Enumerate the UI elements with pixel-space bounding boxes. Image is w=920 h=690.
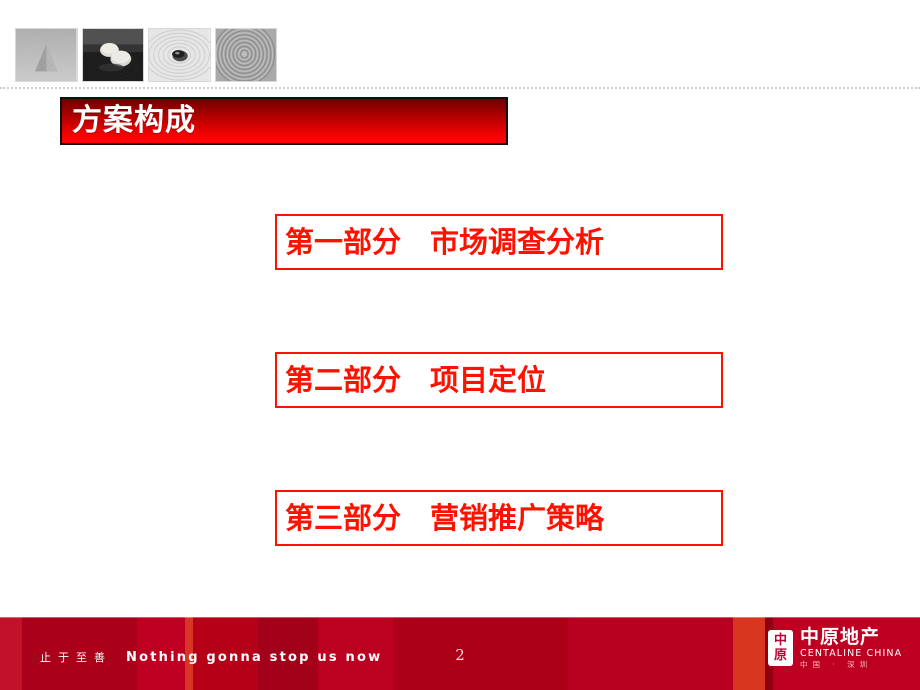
logo-name-cn: 中原地产 <box>800 626 881 648</box>
logo-city: 中国 · 深圳 <box>800 660 873 669</box>
stone-in-ripples-thumbnail <box>148 28 211 82</box>
footer-top-edge <box>0 617 920 618</box>
footer-tagline: 止于至善 Nothing gonna stop us now <box>40 648 382 664</box>
footer-stripe-1 <box>0 617 22 690</box>
page-title: 方案构成 <box>72 103 196 138</box>
logo-seal-icon: 中 原 <box>768 630 793 666</box>
water-ripples-thumbnail <box>214 28 277 82</box>
page-number: 2 <box>455 646 465 664</box>
centaline-logo: 中 原 中原地产 CENTALINE CHINA 中国 · 深圳 <box>768 627 902 669</box>
footer-tagline-cn: 止于至善 <box>40 651 112 664</box>
agenda-item-1-label: 第一部分 市场调查分析 <box>285 224 605 259</box>
agenda-item-1[interactable]: 第一部分 市场调查分析 <box>275 214 723 270</box>
header-divider-rule <box>0 87 920 89</box>
agenda-item-3[interactable]: 第三部分 营销推广策略 <box>275 490 723 546</box>
logo-seal-top-glyph: 中 <box>773 633 787 648</box>
footer-tagline-en: Nothing gonna stop us now <box>126 650 383 665</box>
footer-stripe-9 <box>568 617 733 690</box>
agenda-item-2-label: 第二部分 项目定位 <box>285 362 547 397</box>
logo-name-en: CENTALINE CHINA <box>800 648 903 659</box>
logo-wordmark: 中原地产 CENTALINE CHINA 中国 · 深圳 <box>800 627 902 669</box>
sand-cone-thumbnail <box>15 28 78 82</box>
agenda-item-3-label: 第三部分 营销推广策略 <box>285 500 605 535</box>
slide-title-bar: 方案构成 <box>60 97 508 145</box>
thumbnail-strip <box>15 28 277 82</box>
logo-seal-bottom-glyph: 原 <box>773 648 787 663</box>
agenda-item-2[interactable]: 第二部分 项目定位 <box>275 352 723 408</box>
stones-on-water-thumbnail <box>81 28 144 82</box>
presentation-slide: 方案构成 第一部分 市场调查分析 第二部分 项目定位 第三部分 营销推广策略 止… <box>0 0 920 690</box>
footer-stripe-8 <box>393 617 568 690</box>
footer-stripe-10 <box>733 617 765 690</box>
